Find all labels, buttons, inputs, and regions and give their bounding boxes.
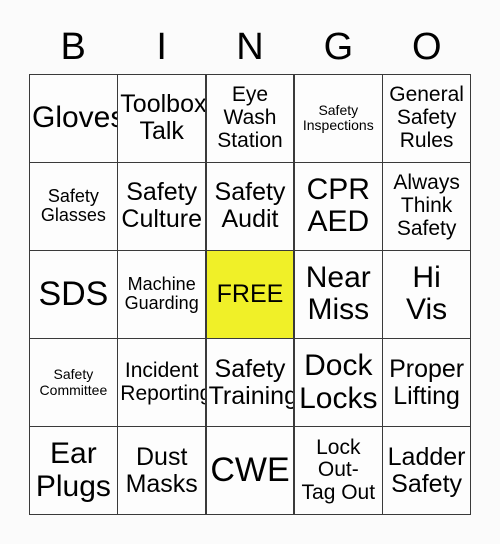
bingo-grid: Gloves Toolbox Talk Eye Wash Station Safety… [29, 74, 471, 515]
bingo-cell[interactable]: Incident Reporting [118, 339, 206, 426]
bingo-cell[interactable]: Safety Training [206, 339, 294, 426]
bingo-cell-label: Hi Vis [406, 261, 448, 327]
bingo-cell-label: Always Think Safety [393, 171, 460, 240]
bingo-cell-label: Near Miss [305, 261, 371, 327]
bingo-cell[interactable]: Always Think Safety [383, 163, 470, 250]
bingo-card: B I N G O Gloves Toolbox Talk Eye Wash Sta… [0, 0, 500, 544]
bingo-cell[interactable]: Dust Masks [118, 427, 206, 514]
bingo-cell[interactable]: Eye Wash Station [206, 75, 294, 162]
bingo-cell[interactable]: Gloves [30, 75, 117, 162]
bingo-cell-label: Lock Out- Tag Out [301, 435, 376, 505]
bingo-cell[interactable]: Near Miss [294, 251, 382, 338]
bingo-cell-label: Safety Committee [39, 366, 108, 398]
bingo-cell-label: Safety Glasses [40, 185, 106, 226]
bingo-cell[interactable]: Safety Audit [206, 163, 294, 250]
bingo-cell[interactable]: Safety Culture [118, 163, 206, 250]
bingo-cell-label: General Safety Rules [389, 83, 464, 152]
bingo-cell-label: Ear Plugs [35, 437, 111, 503]
header-letter-n: N [236, 26, 264, 68]
bingo-cell[interactable]: Safety Glasses [30, 163, 117, 250]
bingo-cell[interactable]: Ladder Safety [383, 427, 470, 514]
bingo-cell[interactable]: General Safety Rules [383, 75, 470, 162]
bingo-cell-label: CPR AED [306, 173, 370, 239]
bingo-cell-label: SDS [38, 275, 109, 314]
bingo-cell[interactable]: Ear Plugs [30, 427, 117, 514]
bingo-cell[interactable]: Machine Guarding [118, 251, 206, 338]
bingo-cell[interactable]: Hi Vis [383, 251, 470, 338]
bingo-cell-label: Machine Guarding [124, 274, 199, 314]
header-letter-g: G [323, 26, 354, 68]
bingo-cell[interactable]: Dock Locks [294, 339, 382, 426]
bingo-cell[interactable]: Lock Out- Tag Out [294, 427, 382, 514]
bingo-cell[interactable]: Proper Lifting [383, 339, 470, 426]
bingo-cell-label: Safety Training [208, 354, 294, 410]
bingo-cell-label: Safety Culture [121, 178, 202, 234]
bingo-cell[interactable]: CPR AED [294, 163, 382, 250]
bingo-cell-free-space[interactable]: FREE [206, 251, 294, 338]
bingo-cell[interactable]: SDS [30, 251, 117, 338]
header-letter-b: B [60, 26, 86, 68]
bingo-cell-label: Ladder Safety [387, 442, 466, 498]
bingo-cell-label: Safety Audit [214, 178, 286, 234]
bingo-cell-label: CWE [210, 451, 290, 490]
bingo-header: B I N G O [29, 22, 471, 72]
bingo-cell[interactable]: Toolbox Talk [118, 75, 206, 162]
bingo-cell[interactable]: Safety Committee [30, 339, 117, 426]
header-letter-i: I [156, 26, 167, 68]
bingo-cell-label: Toolbox Talk [120, 90, 206, 146]
bingo-cell-label: Safety Inspections [302, 102, 374, 134]
bingo-cell-label: Incident Reporting [120, 358, 206, 405]
header-letter-o: O [412, 26, 442, 68]
bingo-cell-label: Eye Wash Station [217, 83, 283, 152]
bingo-cell-label: FREE [216, 279, 284, 308]
bingo-cell[interactable]: CWE [206, 427, 294, 514]
bingo-cell-label: Dock Locks [299, 349, 378, 415]
bingo-cell[interactable]: Safety Inspections [294, 75, 382, 162]
bingo-cell-label: Gloves [32, 101, 117, 135]
bingo-cell-label: Proper Lifting [389, 354, 465, 410]
bingo-cell-label: Dust Masks [125, 442, 198, 498]
